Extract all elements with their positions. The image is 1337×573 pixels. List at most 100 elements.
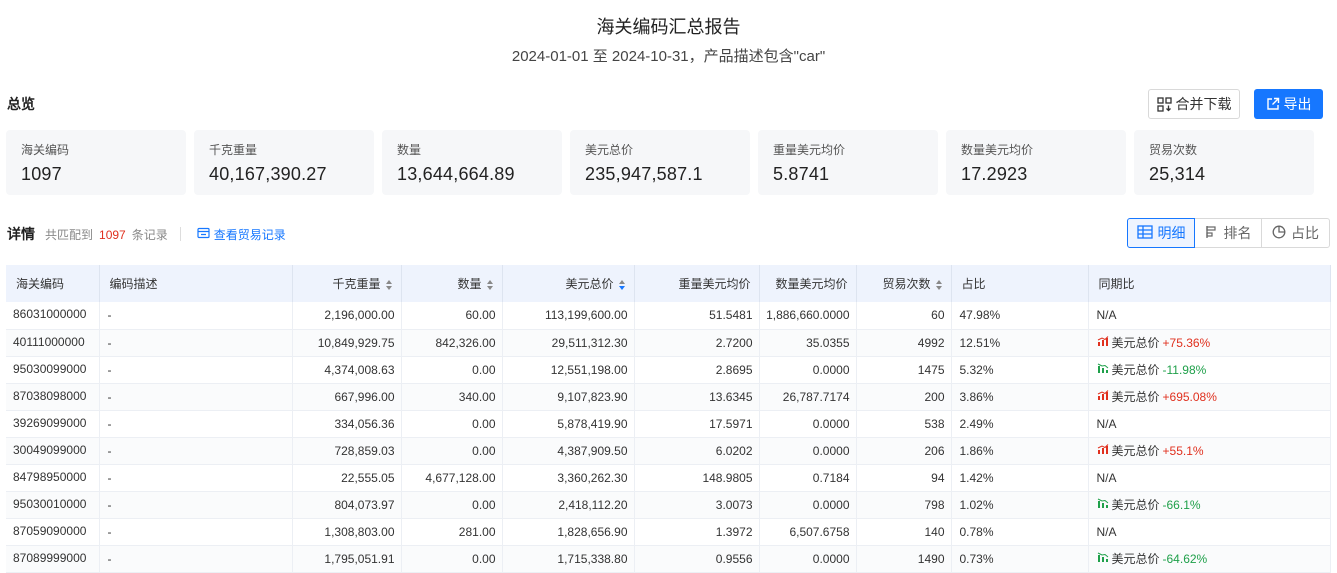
col-description: 编码描述	[99, 265, 293, 302]
cell-weight: 10,849,929.75	[292, 329, 402, 357]
view-ranking-label: 排名	[1223, 225, 1252, 241]
cell-hs-code[interactable]: 86031000000	[6, 302, 100, 330]
cell-hs-code[interactable]: 87059090000	[6, 518, 100, 546]
cell-weight-avg: 3.0073	[634, 491, 760, 519]
cell-weight-avg: 0.9556	[634, 545, 760, 573]
cell-quantity: 4,677,128.00	[401, 464, 503, 492]
cell-ratio: 0.73%	[951, 545, 1089, 573]
yoy-value: -66.1%	[1162, 497, 1201, 512]
table-row[interactable]: 95030099000-4,374,008.63 0.00 12,551,198.0…	[6, 356, 1331, 384]
col-yoy: 同期比	[1088, 265, 1331, 302]
cell-usd-total: 9,107,823.90	[502, 383, 635, 411]
table-row[interactable]: 87059090000-1,308,803.00 281.00 1,828,656.…	[6, 518, 1331, 546]
stat-label: 美元总价	[585, 143, 634, 157]
cell-weight-avg: 1.3972	[634, 518, 760, 546]
table-row[interactable]: 84798950000-22,555.05 4,677,128.00 3,360,2…	[6, 464, 1331, 492]
table-row[interactable]: 95030010000-804,073.97 0.00 2,418,112.20 3.…	[6, 491, 1331, 519]
cell-qty-avg: 0.0000	[759, 356, 857, 384]
cell-usd-total: 113,199,600.00	[502, 302, 635, 330]
view-share-tab[interactable]: 占比	[1261, 218, 1330, 248]
cell-hs-code[interactable]: 39269099000	[6, 410, 100, 438]
cell-weight-avg: 148.9805	[634, 464, 760, 492]
yoy-label: 美元总价	[1111, 498, 1160, 512]
cell-weight-avg: 2.8695	[634, 356, 760, 384]
table-row[interactable]: 86031000000-2,196,000.00 60.00 113,199,600…	[6, 302, 1331, 330]
stat-label: 千克重量	[209, 143, 258, 157]
stat-label: 重量美元均价	[773, 143, 846, 157]
cell-quantity: 0.00	[401, 545, 503, 573]
sort-icon[interactable]	[935, 279, 943, 291]
report-subtitle: 2024-01-01 至 2024-10-31，产品描述包含"car"	[511, 48, 826, 65]
yoy-indicator: 美元总价 -11.98%	[1097, 361, 1206, 378]
match-prefix: 共匹配到	[45, 227, 94, 242]
cell-ratio: 12.51%	[951, 329, 1089, 357]
cell-trades: 200	[856, 383, 952, 411]
table-row[interactable]: 30049099000-728,859.03 0.00 4,387,909.50 6.…	[6, 437, 1331, 465]
match-summary: 共匹配到 1097 条记录	[45, 226, 168, 243]
col-quantity[interactable]: 数量	[401, 265, 503, 302]
cell-usd-total: 2,418,112.20	[502, 491, 635, 519]
cell-hs-code[interactable]: 87089999000	[6, 545, 100, 573]
cell-qty-avg: 0.0000	[759, 491, 857, 519]
cell-description: -	[99, 302, 293, 330]
cell-hs-code[interactable]: 95030010000	[6, 491, 100, 519]
view-trade-records-link[interactable]: 查看贸易记录	[197, 226, 286, 243]
sort-icon[interactable]	[486, 279, 494, 291]
stat-label: 数量	[397, 143, 422, 157]
export-label: 导出	[1283, 96, 1312, 112]
cell-hs-code[interactable]: 84798950000	[6, 464, 100, 492]
cell-ratio: 0.78%	[951, 518, 1089, 546]
table-row[interactable]: 40111000000-10,849,929.75 842,326.00 29,51…	[6, 329, 1331, 357]
cell-weight: 2,196,000.00	[292, 302, 402, 330]
stat-card: 数量 13,644,664.89	[382, 130, 562, 195]
cell-quantity: 0.00	[401, 491, 503, 519]
match-count: 1097	[99, 227, 126, 242]
cell-yoy: N/A	[1088, 410, 1331, 438]
table-row[interactable]: 87089999000-1,795,051.91 0.00 1,715,338.80…	[6, 545, 1331, 573]
cell-yoy: 美元总价 +75.36%	[1088, 329, 1331, 357]
cell-qty-avg: 1,886,660.0000	[759, 302, 857, 330]
sort-desc-active-icon[interactable]	[618, 279, 626, 291]
col-usd-total[interactable]: 美元总价	[502, 265, 635, 302]
cell-qty-avg: 0.0000	[759, 410, 857, 438]
cell-yoy: N/A	[1088, 302, 1331, 330]
stat-card: 重量美元均价 5.8741	[758, 130, 938, 195]
view-ranking-tab[interactable]: 排名	[1194, 218, 1262, 248]
stat-value: 1097	[21, 164, 62, 184]
export-button[interactable]: 导出	[1254, 89, 1323, 119]
trade-record-icon	[197, 227, 210, 242]
stat-value: 25,314	[1149, 164, 1206, 184]
cell-description: -	[99, 437, 293, 465]
overview-cards: 海关编码 1097 千克重量 40,167,390.27 数量 13,644,664.89…	[6, 130, 1314, 195]
yoy-na: N/A	[1096, 416, 1117, 431]
cell-hs-code[interactable]: 87038098000	[6, 383, 100, 411]
sort-icon[interactable]	[385, 279, 393, 291]
table-header-row: 海关编码 编码描述 千克重量 数量 美元总价 重量美元均价 数量美元均价 贸易次…	[6, 265, 1331, 302]
cell-description: -	[99, 491, 293, 519]
cell-qty-avg: 0.7184	[759, 464, 857, 492]
cell-ratio: 1.86%	[951, 437, 1089, 465]
cell-yoy: 美元总价 -64.62%	[1088, 545, 1331, 573]
view-detail-tab[interactable]: 明细	[1127, 218, 1195, 248]
cell-hs-code[interactable]: 30049099000	[6, 437, 100, 465]
merge-download-button[interactable]: 合并下载	[1148, 89, 1240, 119]
cell-weight-avg: 13.6345	[634, 383, 760, 411]
trend-up-chart-icon	[1097, 389, 1109, 404]
cell-weight: 4,374,008.63	[292, 356, 402, 384]
col-trades[interactable]: 贸易次数	[856, 265, 952, 302]
match-suffix: 条记录	[131, 227, 168, 242]
table-row[interactable]: 87038098000-667,996.00 340.00 9,107,823.90…	[6, 383, 1331, 411]
cell-weight: 804,073.97	[292, 491, 402, 519]
cell-quantity: 281.00	[401, 518, 503, 546]
cell-hs-code[interactable]: 40111000000	[6, 329, 100, 357]
table-row[interactable]: 39269099000-334,056.36 0.00 5,878,419.90 17…	[6, 410, 1331, 438]
cell-ratio: 2.49%	[951, 410, 1089, 438]
cell-ratio: 5.32%	[951, 356, 1089, 384]
yoy-indicator: 美元总价 -66.1%	[1097, 496, 1201, 513]
col-weight[interactable]: 千克重量	[292, 265, 402, 302]
cell-weight-avg: 6.0202	[634, 437, 760, 465]
cell-description: -	[99, 356, 293, 384]
cell-ratio: 1.02%	[951, 491, 1089, 519]
cell-weight: 1,308,803.00	[292, 518, 402, 546]
cell-hs-code[interactable]: 95030099000	[6, 356, 100, 384]
